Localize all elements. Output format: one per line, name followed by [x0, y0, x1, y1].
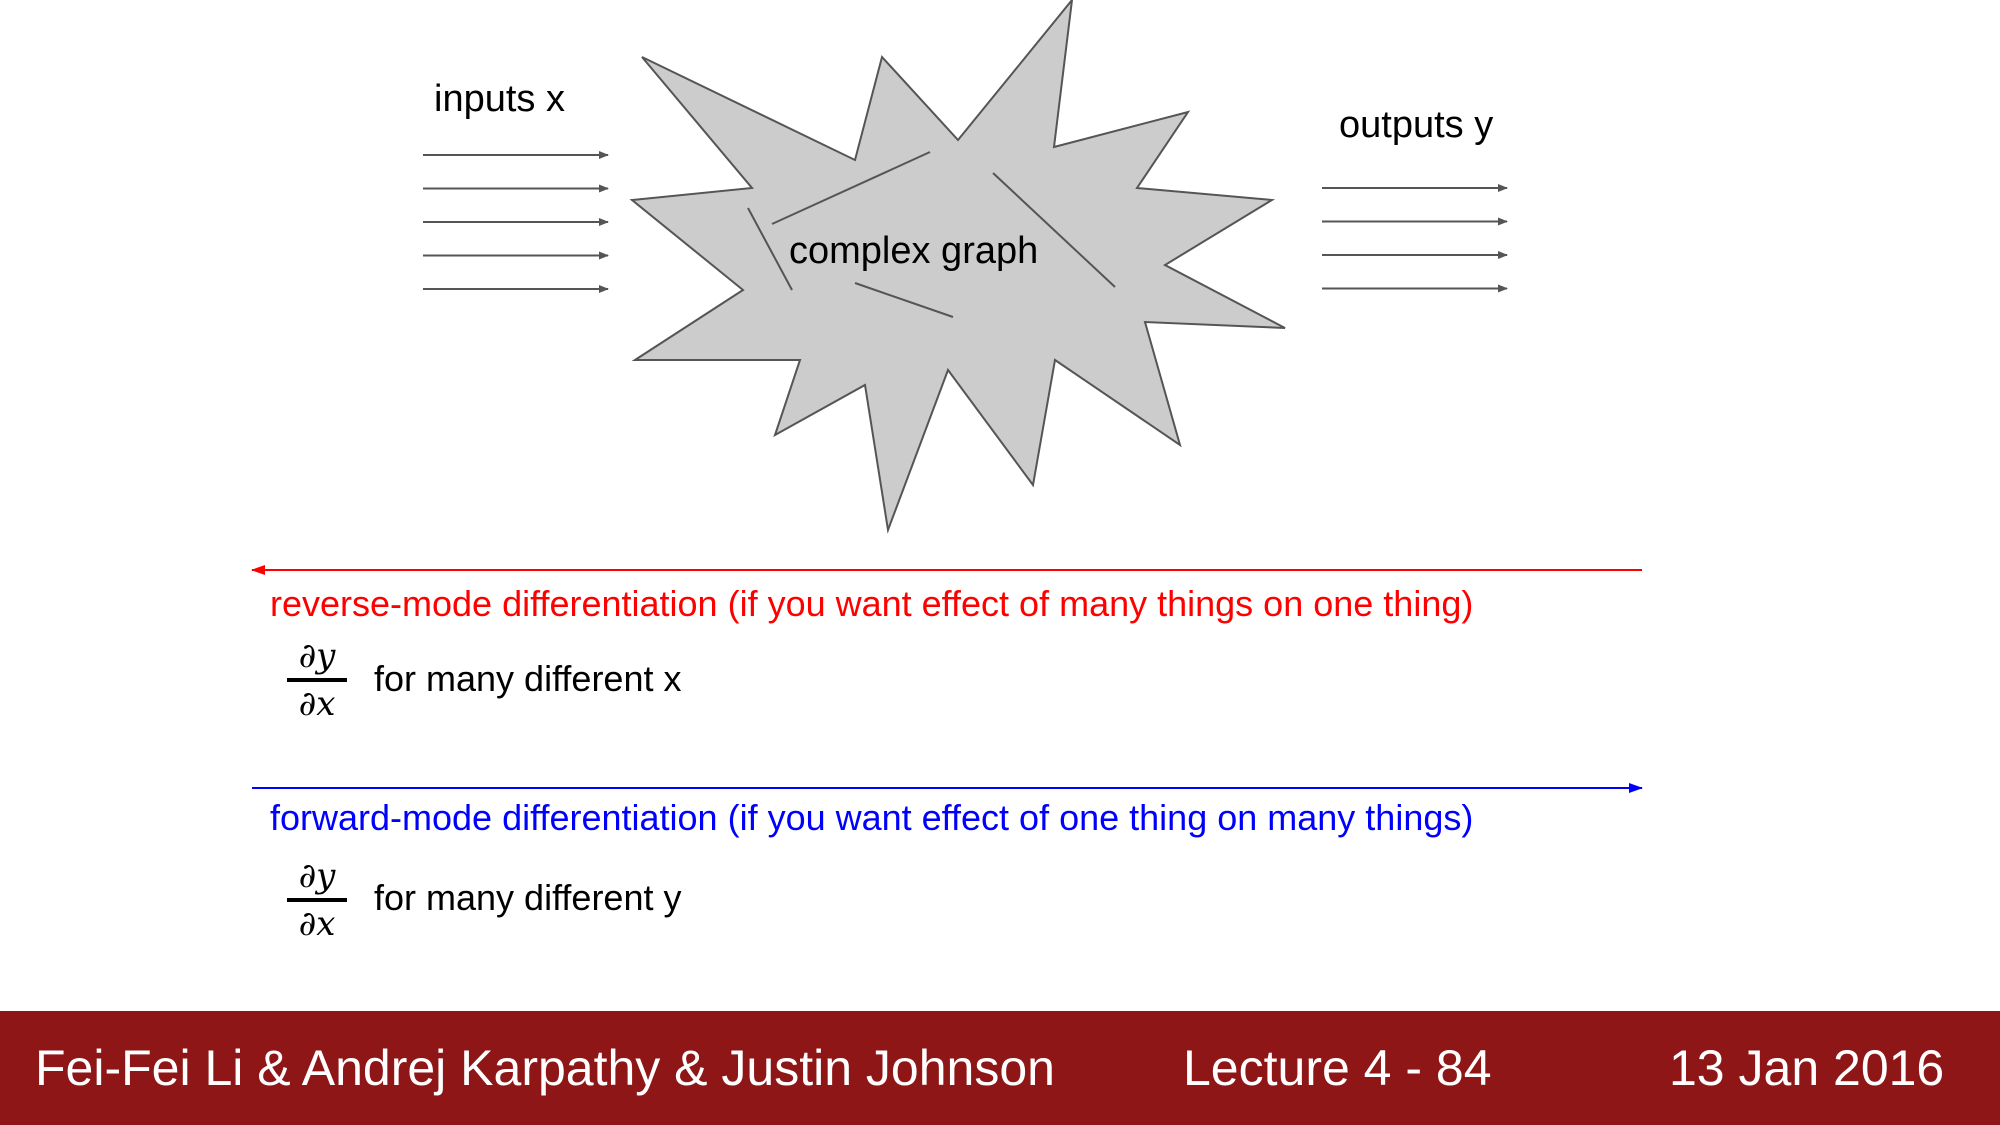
fraction-bar [287, 898, 347, 902]
forward-mode-description: for many different y [374, 877, 682, 918]
footer-lecture: Lecture 4 - 84 [1183, 1040, 1492, 1096]
formula-denominator: ∂x [298, 684, 336, 724]
formula-denominator: ∂x [298, 904, 336, 944]
inputs-label: inputs x [434, 78, 565, 120]
complex-graph-label: complex graph [789, 230, 1039, 272]
output-arrows [1322, 184, 1508, 293]
footer-authors: Fei-Fei Li & Andrej Karpathy & Justin Jo… [35, 1040, 1055, 1096]
footer-bar: Fei-Fei Li & Andrej Karpathy & Justin Jo… [0, 1011, 2000, 1125]
reverse-mode-description: for many different x [374, 658, 682, 699]
partial-derivative-formula-reverse: ∂y ∂x [287, 636, 347, 724]
input-arrows [423, 151, 609, 293]
outputs-label: outputs y [1339, 104, 1494, 146]
reverse-mode-label: reverse-mode differentiation (if you wan… [270, 583, 1474, 624]
formula-numerator: ∂y [298, 636, 336, 676]
slide: inputs x outputs y complex graph reverse… [0, 0, 2000, 1125]
forward-mode-label: forward-mode differentiation (if you wan… [270, 797, 1474, 838]
footer-date: 13 Jan 2016 [1669, 1040, 1945, 1096]
formula-numerator: ∂y [298, 856, 336, 896]
computational-graph-diagram [251, 0, 1643, 793]
partial-derivative-formula-forward: ∂y ∂x [287, 856, 347, 944]
fraction-bar [287, 678, 347, 682]
